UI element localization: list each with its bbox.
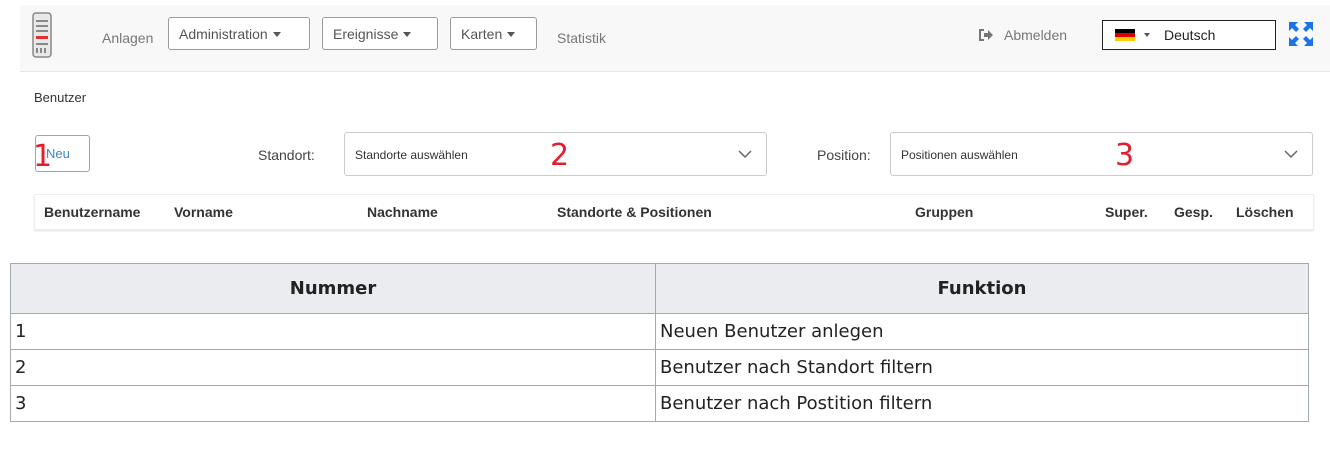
col-benutzername[interactable]: Benutzername: [44, 204, 140, 220]
logout-label: Abmelden: [1004, 27, 1068, 43]
position-select[interactable]: Positionen auswählen: [890, 132, 1313, 176]
expand-icon[interactable]: [1288, 21, 1314, 47]
legend-header-nummer: Nummer: [10, 263, 656, 314]
caret-down-icon: [1144, 33, 1150, 37]
col-gruppen[interactable]: Gruppen: [915, 204, 973, 220]
col-vorname[interactable]: Vorname: [174, 204, 233, 220]
col-gesperrt[interactable]: Gesp.: [1174, 204, 1213, 220]
caret-down-icon: [507, 31, 516, 37]
col-super[interactable]: Super.: [1105, 204, 1148, 220]
caret-down-icon: [403, 31, 412, 37]
administration-label: Administration: [179, 25, 268, 42]
page-title: Benutzer: [34, 90, 87, 105]
legend-nummer-cell: 2: [10, 349, 656, 386]
annotation-marker-2: 2: [550, 138, 570, 173]
legend-nummer-cell: 1: [10, 313, 656, 350]
language-label: Deutsch: [1164, 27, 1216, 43]
col-nachname[interactable]: Nachname: [367, 204, 438, 220]
legend-header-row: Nummer Funktion: [10, 263, 1309, 314]
german-flag-icon: [1115, 28, 1135, 42]
annotation-marker-1: 1: [33, 139, 53, 174]
table-row: 3 Benutzer nach Postition filtern: [10, 385, 1309, 422]
legend-funktion-cell: Benutzer nach Standort filtern: [655, 349, 1309, 386]
nav-anlagen-link[interactable]: Anlagen: [102, 30, 153, 46]
nav-statistik-link[interactable]: Statistik: [557, 30, 606, 46]
standort-placeholder: Standorte auswählen: [355, 148, 468, 162]
top-navbar: Anlagen Administration Ereignisse Karten…: [20, 5, 1330, 72]
chevron-down-icon: [1284, 150, 1298, 159]
legend-header-funktion: Funktion: [655, 263, 1309, 314]
annotation-marker-3: 3: [1115, 138, 1135, 173]
ereignisse-dropdown[interactable]: Ereignisse: [322, 17, 438, 50]
server-logo-icon[interactable]: [32, 12, 52, 58]
col-loeschen[interactable]: Löschen: [1236, 204, 1294, 220]
administration-dropdown[interactable]: Administration: [168, 17, 310, 50]
legend-nummer-cell: 3: [10, 385, 656, 422]
table-row: 2 Benutzer nach Standort filtern: [10, 349, 1309, 386]
caret-down-icon: [272, 31, 281, 37]
legend-table: Nummer Funktion 1 Neuen Benutzer anlegen…: [10, 263, 1309, 422]
karten-label: Karten: [461, 25, 503, 42]
position-label: Position:: [817, 147, 871, 163]
table-row: 1 Neuen Benutzer anlegen: [10, 313, 1309, 350]
language-select[interactable]: Deutsch: [1102, 20, 1276, 50]
logout-icon: [979, 29, 993, 41]
position-placeholder: Positionen auswählen: [901, 148, 1018, 162]
chevron-down-icon: [738, 150, 752, 159]
ereignisse-label: Ereignisse: [333, 25, 399, 42]
logout-link[interactable]: Abmelden: [978, 27, 1067, 43]
col-standorte-positionen[interactable]: Standorte & Positionen: [557, 204, 712, 220]
karten-dropdown[interactable]: Karten: [450, 17, 537, 50]
standort-label: Standort:: [258, 147, 315, 163]
legend-funktion-cell: Neuen Benutzer anlegen: [655, 313, 1309, 350]
users-table-header: Benutzername Vorname Nachname Standorte …: [34, 194, 1314, 230]
legend-funktion-cell: Benutzer nach Postition filtern: [655, 385, 1309, 422]
